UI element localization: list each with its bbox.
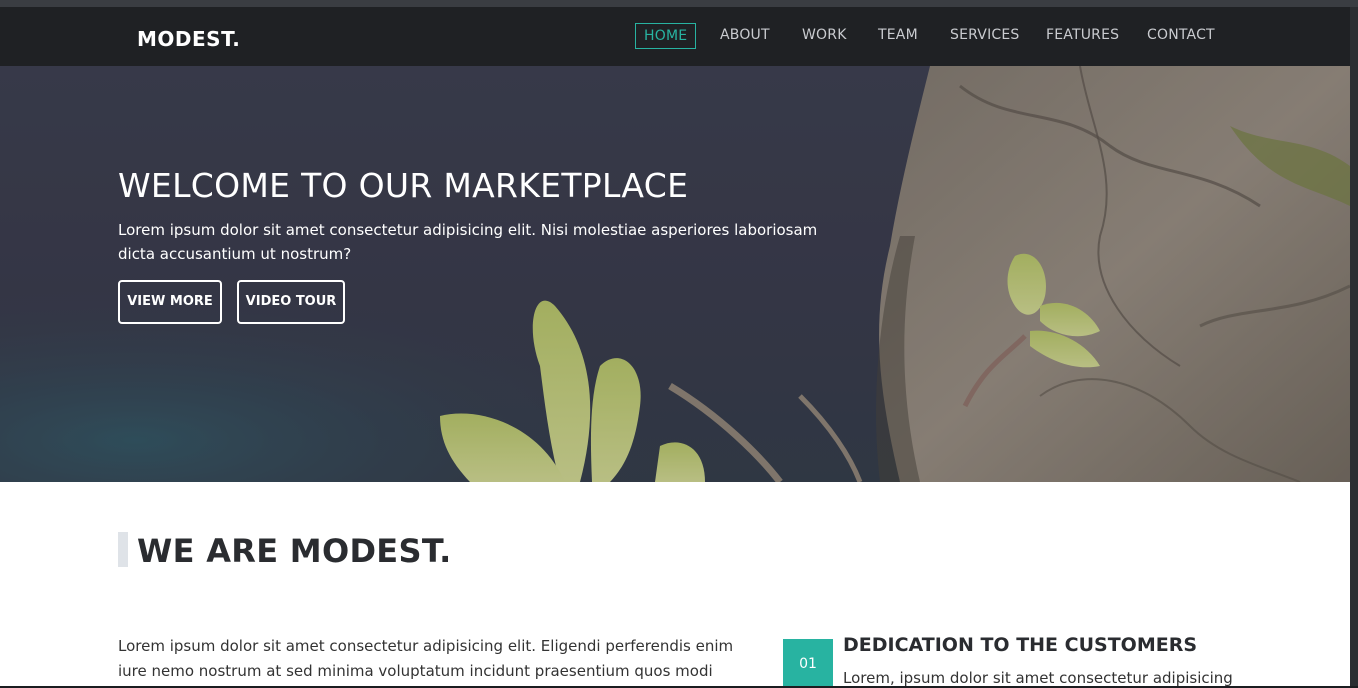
nav-home[interactable]: HOME xyxy=(635,23,697,49)
nav-team[interactable]: TEAM xyxy=(878,23,918,49)
scrollbar[interactable] xyxy=(1350,7,1358,688)
about-section-title: WE ARE MODEST. xyxy=(137,532,452,570)
feature-text: Lorem, ipsum dolor sit amet consectetur … xyxy=(843,669,1233,687)
video-tour-button[interactable]: VIDEO TOUR xyxy=(237,280,345,324)
section-title-accent-bar xyxy=(118,532,128,567)
feature-title: DEDICATION TO THE CUSTOMERS xyxy=(843,634,1198,656)
feature-number-badge: 01 xyxy=(783,639,833,688)
hero-background-image xyxy=(0,66,1350,482)
main-nav: HOME ABOUT WORK TEAM SERVICES FEATURES C… xyxy=(0,23,1350,49)
nav-about[interactable]: ABOUT xyxy=(720,23,770,49)
nav-contact[interactable]: CONTACT xyxy=(1147,23,1215,49)
hero-description: Lorem ipsum dolor sit amet consectetur a… xyxy=(118,221,818,263)
browser-top-strip xyxy=(0,0,1358,7)
navbar: MODEST. HOME ABOUT WORK TEAM SERVICES FE… xyxy=(0,7,1350,66)
about-paragraph: Lorem ipsum dolor sit amet consectetur a… xyxy=(118,637,734,688)
hero-title: WELCOME TO OUR MARKETPLACE xyxy=(118,166,689,205)
nav-services[interactable]: SERVICES xyxy=(950,23,1020,49)
hero-section: WELCOME TO OUR MARKETPLACE Lorem ipsum d… xyxy=(0,66,1350,482)
nav-work[interactable]: WORK xyxy=(802,23,847,49)
view-more-button[interactable]: VIEW MORE xyxy=(118,280,222,324)
nav-features[interactable]: FEATURES xyxy=(1046,23,1119,49)
